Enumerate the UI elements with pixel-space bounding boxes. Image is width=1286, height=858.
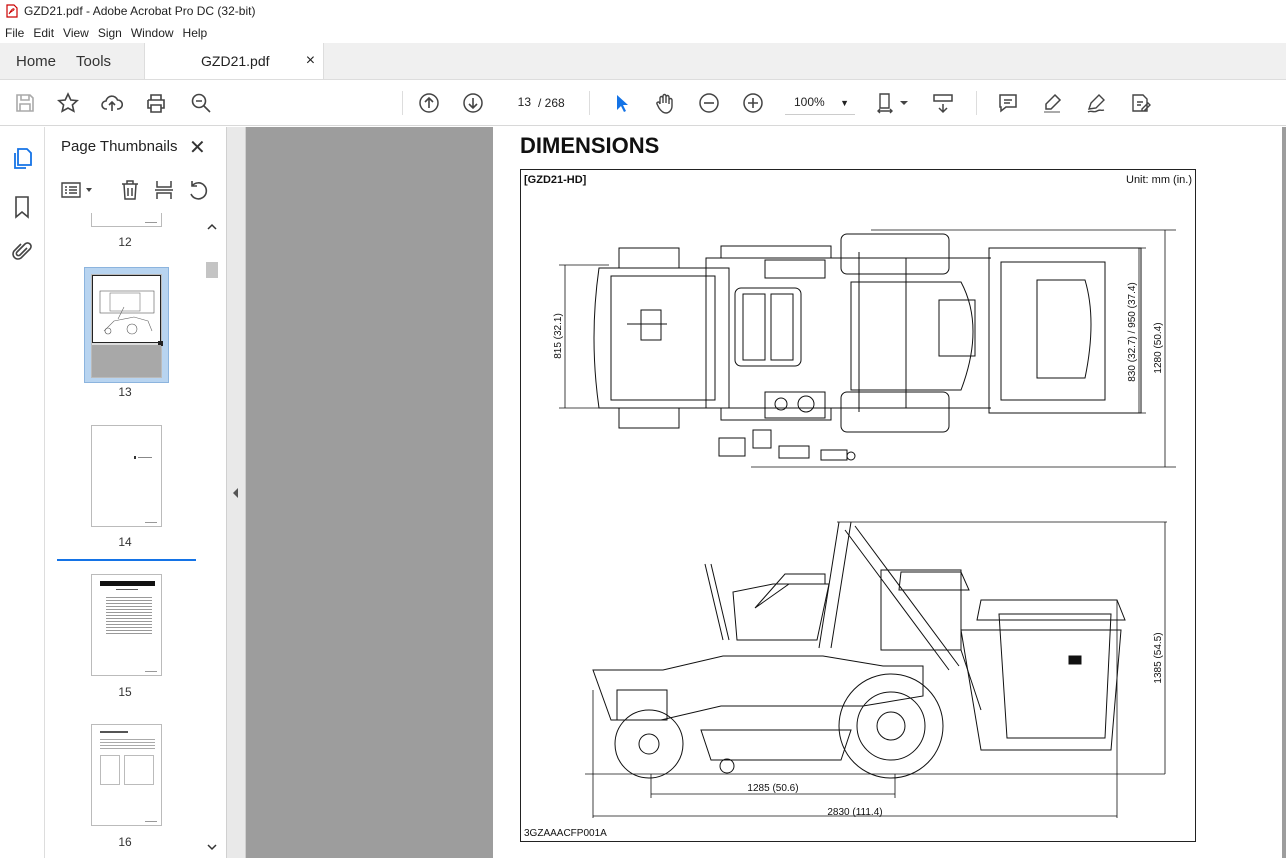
thumbnail-page[interactable] — [91, 213, 162, 227]
dim-length: 2830 (111.4) — [827, 807, 882, 818]
menu-bar: File Edit View Sign Window Help — [0, 22, 1286, 43]
toolbar-divider — [402, 91, 403, 115]
tab-tools[interactable]: Tools — [72, 43, 127, 79]
page-fit-icon[interactable] — [874, 90, 900, 116]
rotate-icon[interactable] — [187, 179, 209, 201]
comment-icon[interactable] — [995, 90, 1021, 116]
tab-bar: Home Tools GZD21.pdf × — [0, 43, 1286, 80]
delete-trash-icon[interactable] — [119, 179, 141, 201]
title-bar: GZD21.pdf - Adobe Acrobat Pro DC (32-bit… — [0, 0, 1286, 22]
page-number-input[interactable]: 13 — [499, 90, 537, 114]
bookmark-star-icon[interactable] — [55, 90, 81, 116]
toolbar — [0, 80, 1286, 126]
thumbnail-label: 12 — [118, 235, 132, 249]
upload-cloud-icon[interactable] — [99, 90, 125, 116]
panel-title: Page Thumbnails — [61, 138, 178, 155]
chevron-down-icon[interactable] — [205, 840, 219, 854]
thumbnail-options-icon[interactable] — [61, 181, 95, 199]
thumbnail-page[interactable] — [91, 425, 162, 527]
dim-top-width: 815 (32.1) — [553, 313, 564, 359]
print-icon[interactable] — [143, 90, 169, 116]
toolbar-divider — [976, 91, 977, 115]
scroll-mode-icon[interactable] — [930, 90, 956, 116]
menu-edit[interactable]: Edit — [28, 26, 58, 40]
close-icon[interactable]: ✕ — [189, 135, 206, 160]
thumbnail-label: 15 — [118, 685, 132, 699]
menu-help[interactable]: Help — [178, 26, 212, 40]
thumbnail-page[interactable] — [91, 574, 162, 676]
collapse-arrow-icon — [233, 488, 238, 498]
thumbnail-list: 12 13 14 15 16 — [45, 213, 205, 858]
hand-tool-icon[interactable] — [652, 90, 678, 116]
thumbnail-label: 13 — [118, 385, 132, 399]
thumbnail-page[interactable] — [91, 274, 163, 378]
extract-pages-icon[interactable] — [153, 179, 175, 201]
dim-top-total: 1280 (50.4) — [1153, 322, 1164, 373]
zoom-in-icon[interactable] — [740, 90, 766, 116]
page-thumbnails-icon[interactable] — [10, 147, 34, 171]
tab-home[interactable]: Home — [0, 43, 72, 79]
highlight-pen-icon[interactable] — [1039, 90, 1065, 116]
zoom-select[interactable]: 100% ▼ — [785, 89, 855, 115]
chevron-up-icon[interactable] — [205, 220, 219, 234]
save-icon[interactable] — [12, 90, 38, 116]
window-title: GZD21.pdf - Adobe Acrobat Pro DC (32-bit… — [24, 4, 256, 18]
dim-wheelbase: 1285 (50.6) — [747, 783, 798, 794]
chevron-down-icon: ▼ — [840, 98, 849, 108]
prev-page-icon[interactable] — [416, 90, 442, 116]
tab-close-button[interactable]: × — [306, 52, 315, 70]
panel-collapse-handle[interactable] — [227, 127, 246, 858]
tab-document[interactable]: GZD21.pdf × — [144, 43, 325, 79]
menu-sign[interactable]: Sign — [93, 26, 126, 40]
thumbnail-label: 16 — [118, 835, 132, 849]
page-heading: DIMENSIONS — [520, 133, 660, 158]
bookmarks-icon[interactable] — [10, 195, 34, 219]
page-fit-dropdown-icon[interactable] — [898, 90, 910, 116]
thumbnail-scrollbar[interactable] — [205, 213, 219, 858]
next-page-icon[interactable] — [460, 90, 486, 116]
thumbnail-label: 14 — [118, 535, 132, 549]
thumbnails-panel: Page Thumbnails ✕ 12 13 14 15 16 — [45, 127, 227, 858]
sign-pen-icon[interactable] — [1083, 90, 1109, 116]
insertion-marker — [57, 559, 196, 561]
zoom-search-icon[interactable] — [188, 90, 214, 116]
panel-toolbar — [57, 177, 209, 203]
dimension-drawing: 815 (32.1) 830 (32.7) / 950 (37.4) 1280 … — [553, 229, 1176, 818]
left-rail — [0, 127, 45, 858]
fill-sign-icon[interactable] — [1127, 90, 1153, 116]
dim-top-mid: 830 (32.7) / 950 (37.4) — [1127, 282, 1138, 382]
menu-view[interactable]: View — [58, 26, 93, 40]
acrobat-icon — [6, 4, 18, 18]
menu-file[interactable]: File — [0, 26, 28, 40]
thumbnail-page[interactable] — [91, 724, 162, 826]
select-cursor-icon[interactable] — [608, 90, 634, 116]
toolbar-divider — [589, 91, 590, 115]
tab-document-label: GZD21.pdf — [201, 53, 270, 69]
zoom-out-icon[interactable] — [696, 90, 722, 116]
page-total: / 268 — [538, 96, 565, 110]
zoom-value: 100% — [794, 94, 825, 109]
menu-window[interactable]: Window — [126, 26, 178, 40]
dim-side-height: 1385 (54.5) — [1153, 632, 1164, 683]
scrollbar-thumb[interactable] — [206, 262, 218, 278]
attachments-paperclip-icon[interactable] — [10, 240, 34, 264]
